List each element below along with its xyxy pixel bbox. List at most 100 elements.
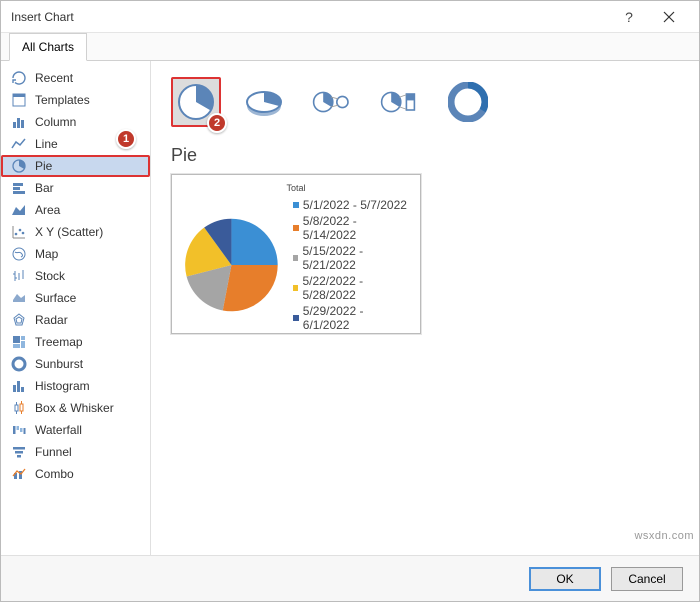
chart-category-sidebar: Recent Templates Column Line 1 Pie [1, 61, 151, 555]
sidebar-item-label: Funnel [35, 445, 72, 459]
combo-icon [11, 466, 27, 482]
sidebar-item-label: Combo [35, 467, 74, 481]
line-icon [11, 136, 27, 152]
legend-swatch [293, 315, 299, 321]
main-panel: 2 Pie Total [151, 61, 699, 555]
sidebar-item-label: Pie [35, 159, 52, 173]
help-icon: ? [625, 9, 633, 25]
sidebar-item-label: Map [35, 247, 58, 261]
annotation-badge-2: 2 [207, 113, 227, 133]
area-icon [11, 202, 27, 218]
sidebar-item-label: Column [35, 115, 76, 129]
preview-body: 5/1/2022 - 5/7/2022 5/8/2022 - 5/14/2022… [180, 197, 412, 333]
sidebar-item-stock[interactable]: Stock [1, 265, 150, 287]
scatter-icon [11, 224, 27, 240]
legend-item: 5/15/2022 - 5/21/2022 [293, 243, 412, 273]
sidebar-item-histogram[interactable]: Histogram [1, 375, 150, 397]
sidebar-item-scatter[interactable]: X Y (Scatter) [1, 221, 150, 243]
legend-swatch [293, 255, 299, 261]
legend-label: 5/15/2022 - 5/21/2022 [302, 244, 412, 272]
sidebar-item-label: Treemap [35, 335, 83, 349]
column-icon [11, 114, 27, 130]
annotation-badge-1: 1 [116, 129, 136, 149]
sidebar-item-combo[interactable]: Combo [1, 463, 150, 485]
sidebar-item-recent[interactable]: Recent [1, 67, 150, 89]
waterfall-icon [11, 422, 27, 438]
sidebar-item-treemap[interactable]: Treemap [1, 331, 150, 353]
legend-swatch [293, 285, 299, 291]
insert-chart-dialog: Insert Chart ? All Charts Recent Templat… [0, 0, 700, 602]
sidebar-item-label: Recent [35, 71, 73, 85]
legend-label: 5/29/2022 - 6/1/2022 [303, 304, 412, 332]
sidebar-item-pie[interactable]: Pie [1, 155, 150, 177]
map-icon [11, 246, 27, 262]
sunburst-icon [11, 356, 27, 372]
sidebar-item-label: Line [35, 137, 58, 151]
sidebar-item-label: Waterfall [35, 423, 82, 437]
sidebar-item-map[interactable]: Map [1, 243, 150, 265]
sidebar-item-label: Sunburst [35, 357, 83, 371]
dialog-body: Recent Templates Column Line 1 Pie [1, 61, 699, 555]
templates-icon [11, 92, 27, 108]
radar-icon [11, 312, 27, 328]
preview-pie-chart [180, 210, 283, 320]
legend-label: 5/8/2022 - 5/14/2022 [303, 214, 412, 242]
sidebar-item-label: X Y (Scatter) [35, 225, 103, 239]
help-button[interactable]: ? [609, 3, 649, 31]
sidebar-item-waterfall[interactable]: Waterfall [1, 419, 150, 441]
close-icon [663, 11, 675, 23]
subtype-pie-of-pie[interactable] [307, 77, 357, 127]
chart-preview[interactable]: Total 5/1/2022 - 5/7/2022 5/8/2022 - 5/1… [171, 174, 421, 334]
legend-item: 5/22/2022 - 5/28/2022 [293, 273, 412, 303]
sidebar-item-label: Stock [35, 269, 65, 283]
sidebar-item-label: Templates [35, 93, 90, 107]
bar-icon [11, 180, 27, 196]
preview-title: Total [286, 183, 305, 193]
legend-item: 5/8/2022 - 5/14/2022 [293, 213, 412, 243]
subtype-bar-of-pie[interactable] [375, 77, 425, 127]
sidebar-item-templates[interactable]: Templates [1, 89, 150, 111]
close-button[interactable] [649, 3, 689, 31]
legend-label: 5/22/2022 - 5/28/2022 [302, 274, 412, 302]
sidebar-item-label: Area [35, 203, 60, 217]
pie-3d-icon [244, 82, 284, 122]
watermark: wsxdn.com [634, 530, 694, 542]
titlebar: Insert Chart ? [1, 1, 699, 33]
legend-item: 5/1/2022 - 5/7/2022 [293, 197, 412, 213]
sidebar-item-radar[interactable]: Radar [1, 309, 150, 331]
bar-of-pie-icon [380, 82, 420, 122]
legend-label: 5/1/2022 - 5/7/2022 [303, 198, 407, 212]
doughnut-icon [448, 82, 488, 122]
sidebar-item-surface[interactable]: Surface [1, 287, 150, 309]
subtype-pie-3d[interactable] [239, 77, 289, 127]
sidebar-item-area[interactable]: Area [1, 199, 150, 221]
sidebar-item-label: Bar [35, 181, 54, 195]
dialog-title: Insert Chart [11, 10, 609, 24]
cancel-button[interactable]: Cancel [611, 567, 683, 591]
sidebar-item-box-whisker[interactable]: Box & Whisker [1, 397, 150, 419]
subtype-pie[interactable]: 2 [171, 77, 221, 127]
legend-item: 5/29/2022 - 6/1/2022 [293, 303, 412, 333]
stock-icon [11, 268, 27, 284]
pie-of-pie-icon [312, 82, 352, 122]
sidebar-item-label: Box & Whisker [35, 401, 114, 415]
sidebar-item-label: Radar [35, 313, 68, 327]
chart-type-title: Pie [171, 145, 679, 166]
tab-all-charts[interactable]: All Charts [9, 33, 87, 61]
recent-icon [11, 70, 27, 86]
subtype-doughnut[interactable] [443, 77, 493, 127]
subtype-row: 2 [171, 73, 679, 137]
box-whisker-icon [11, 400, 27, 416]
tab-row: All Charts [1, 33, 699, 61]
sidebar-item-sunburst[interactable]: Sunburst [1, 353, 150, 375]
sidebar-item-funnel[interactable]: Funnel [1, 441, 150, 463]
surface-icon [11, 290, 27, 306]
sidebar-item-line[interactable]: Line 1 [1, 133, 150, 155]
funnel-icon [11, 444, 27, 460]
sidebar-item-label: Histogram [35, 379, 90, 393]
pie-icon [11, 158, 27, 174]
ok-button[interactable]: OK [529, 567, 601, 591]
sidebar-item-bar[interactable]: Bar [1, 177, 150, 199]
preview-legend: 5/1/2022 - 5/7/2022 5/8/2022 - 5/14/2022… [293, 197, 412, 333]
legend-swatch [293, 202, 299, 208]
